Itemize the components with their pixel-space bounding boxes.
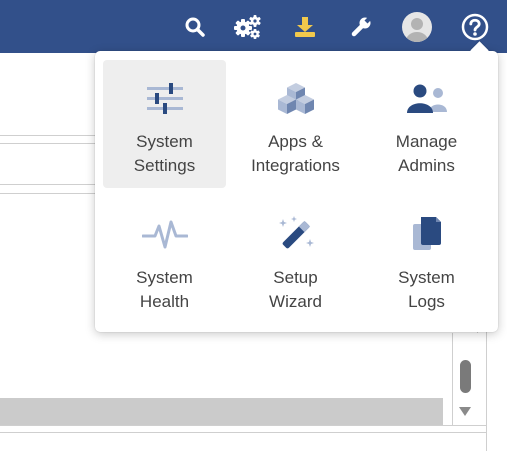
label-line: Manage (395, 132, 458, 151)
wrench-icon (351, 16, 372, 37)
label-line: Settings (133, 156, 196, 175)
menu-item-system-health[interactable]: System Health (103, 196, 226, 324)
magic-wand-icon (278, 216, 314, 249)
background-divider (0, 135, 100, 136)
cogs-icon (234, 15, 261, 39)
download-button[interactable] (290, 12, 320, 42)
label-line: Logs (408, 292, 445, 311)
label-line: Health (139, 292, 190, 311)
label-line: Wizard (269, 292, 322, 311)
users-icon (406, 84, 447, 113)
label-line: System (398, 268, 455, 287)
settings-button[interactable] (233, 12, 263, 42)
label-line: Apps & (268, 132, 323, 151)
background-field-bottom (0, 184, 100, 185)
cubes-icon (277, 83, 314, 114)
label-line: Setup (273, 268, 318, 287)
background-divider (0, 432, 487, 433)
label-line: Admins (398, 156, 455, 175)
files-icon (412, 217, 441, 250)
menu-item-label: Apps & Integrations (234, 130, 357, 178)
menu-item-label: Manage Admins (365, 130, 488, 178)
help-button[interactable] (460, 12, 490, 42)
menu-item-setup-wizard[interactable]: Setup Wizard (234, 196, 357, 324)
help-icon (461, 13, 489, 41)
horizontal-scrollbar[interactable] (0, 398, 443, 425)
user-menu-button[interactable] (402, 12, 432, 42)
vertical-scrollbar[interactable] (452, 333, 478, 425)
menu-item-label: System Settings (103, 130, 226, 178)
label-line: System (136, 132, 193, 151)
menu-item-label: System Health (103, 266, 226, 314)
background-divider (0, 425, 487, 426)
scroll-down-arrow-icon[interactable] (459, 407, 471, 416)
tools-button[interactable] (346, 12, 376, 42)
label-line: Integrations (251, 156, 340, 175)
user-avatar (402, 12, 432, 42)
background-field-top (0, 143, 100, 144)
menu-item-manage-admins[interactable]: Manage Admins (365, 60, 488, 188)
admin-dropdown-menu: System Settings Apps & Integrations Mana… (95, 41, 498, 332)
sliders-icon (146, 83, 183, 114)
scrollbar-thumb[interactable] (460, 360, 471, 393)
menu-item-label: System Logs (365, 266, 488, 314)
search-icon (185, 17, 205, 37)
menu-item-label: Setup Wizard (234, 266, 357, 314)
top-navigation-bar (0, 0, 507, 53)
heartbeat-icon (141, 220, 188, 249)
search-button[interactable] (180, 12, 210, 42)
menu-item-apps-integrations[interactable]: Apps & Integrations (234, 60, 357, 188)
menu-item-system-settings[interactable]: System Settings (103, 60, 226, 188)
label-line: System (136, 268, 193, 287)
menu-item-system-logs[interactable]: System Logs (365, 196, 488, 324)
background-divider (0, 193, 100, 194)
download-icon (295, 17, 315, 37)
